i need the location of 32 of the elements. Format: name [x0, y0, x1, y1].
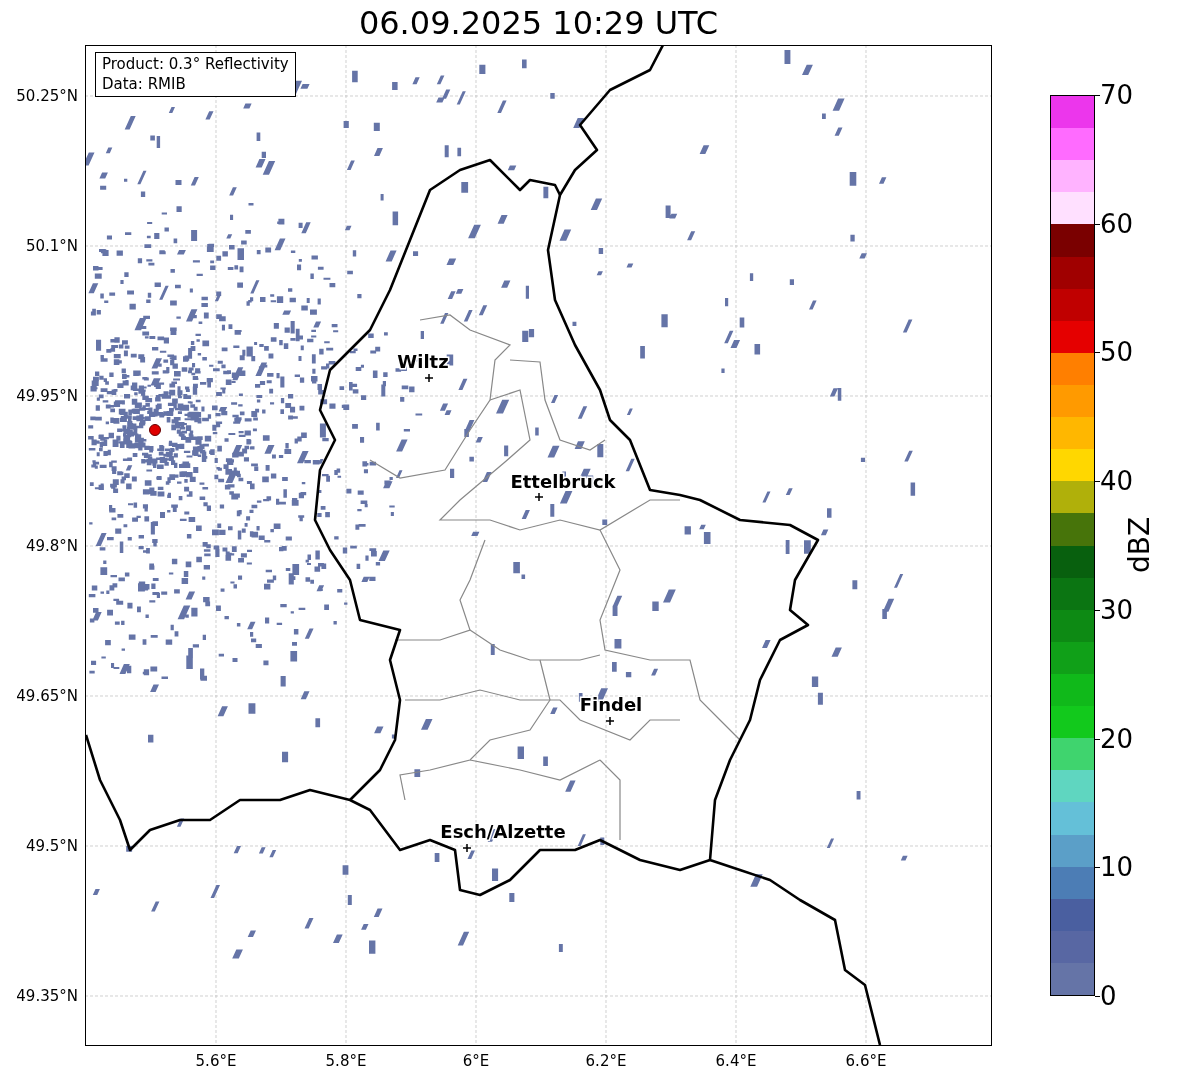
colorbar-tick-label: 50	[1100, 339, 1134, 366]
colorbar-tick-label: 20	[1100, 725, 1134, 752]
y-axis-label: 49.95°N	[16, 388, 78, 404]
city-marker-icon	[534, 492, 544, 502]
colorbar-tick-label: 40	[1100, 468, 1134, 495]
x-axis-label: 6°E	[462, 1054, 490, 1069]
y-axis-label: 49.65°N	[16, 688, 78, 704]
y-axis-label: 49.5°N	[25, 838, 78, 854]
x-axis-label: 5.8°E	[325, 1054, 367, 1069]
colorbar-tick-label: 10	[1100, 854, 1134, 881]
colorbar-tick-label: 30	[1100, 596, 1134, 623]
legend-text: Product: 0.3° Reflectivity	[102, 55, 289, 75]
colorbar-label: dBZ	[1126, 516, 1154, 574]
colorbar-tick-label: 0	[1100, 983, 1117, 1009]
city-label: Findel	[579, 694, 643, 715]
colorbar-tick-label: 70	[1100, 82, 1134, 108]
legend-text: Data: RMIB	[102, 74, 187, 94]
y-axis-label: 49.8°N	[25, 538, 78, 554]
colorbar-tick-label: 60	[1100, 210, 1134, 237]
y-axis-label: 50.1°N	[25, 238, 78, 254]
x-axis-label: 6.2°E	[585, 1054, 627, 1069]
y-axis-label: 50.25°N	[16, 88, 78, 104]
city-marker-icon	[462, 843, 472, 853]
city-marker-icon	[424, 373, 434, 383]
radar-site-marker	[149, 424, 161, 436]
x-axis-label: 6.6°E	[845, 1054, 887, 1069]
city-label: Esch/Alzette	[440, 821, 566, 842]
city-marker-icon	[605, 716, 615, 726]
x-axis-label: 6.4°E	[715, 1054, 757, 1069]
y-axis-label: 49.35°N	[16, 988, 78, 1004]
x-axis-label: 5.6°E	[195, 1054, 237, 1069]
map-title: 06.09.2025 10:29 UTC	[358, 6, 719, 39]
